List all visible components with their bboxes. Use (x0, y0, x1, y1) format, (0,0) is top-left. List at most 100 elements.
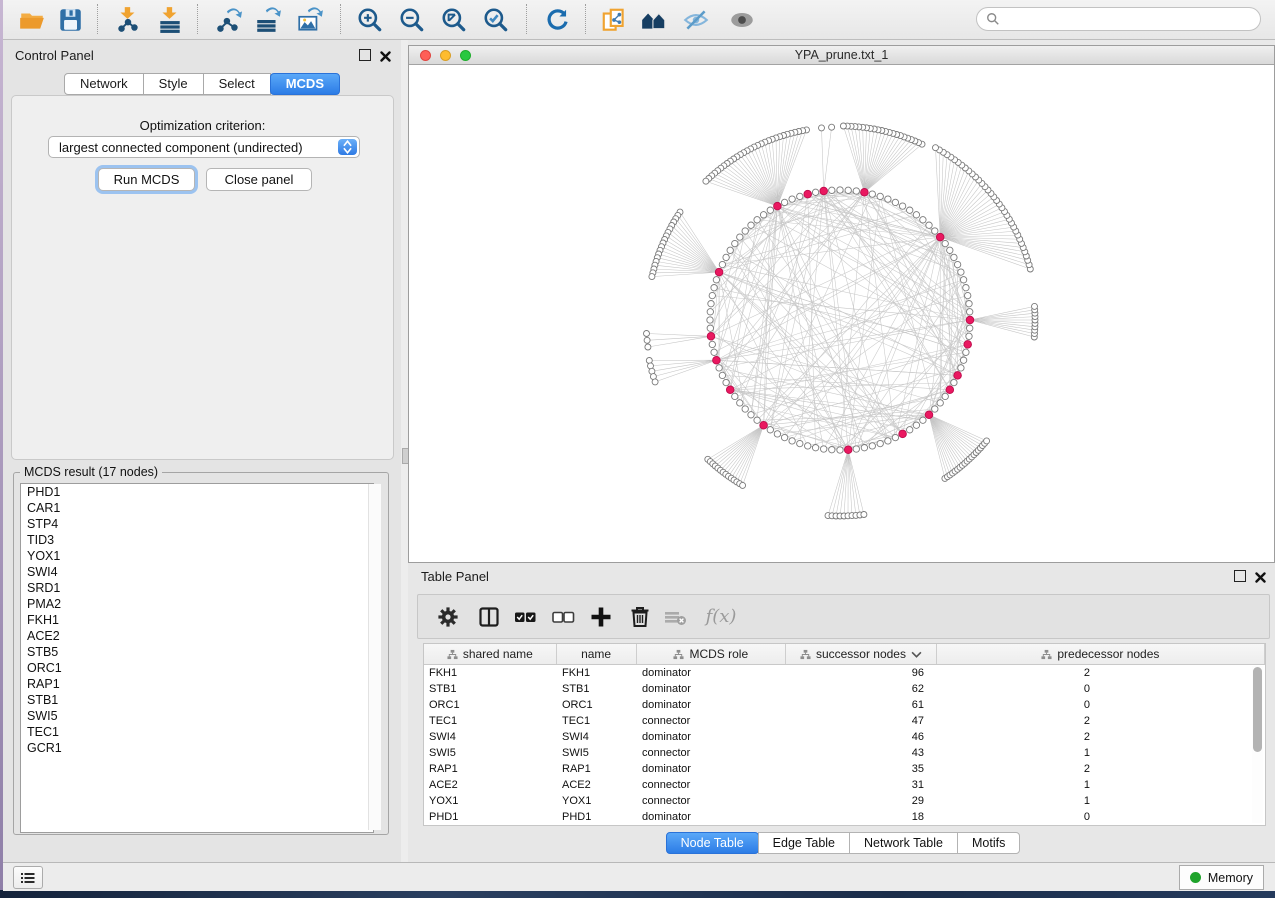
close-panel-button[interactable]: Close panel (206, 168, 312, 191)
table-row[interactable]: SWI5SWI5connector431 (424, 745, 1265, 761)
table-body: FKH1FKH1dominator962STB1STB1dominator620… (424, 665, 1265, 825)
tab-motifs[interactable]: Motifs (957, 832, 1020, 854)
cell: dominator (637, 681, 787, 697)
export-table-button[interactable] (253, 5, 283, 35)
open-file-button[interactable] (17, 5, 47, 35)
tab-style[interactable]: Style (143, 73, 204, 95)
mcds-result-item[interactable]: ACE2 (21, 628, 373, 644)
mcds-result-item[interactable]: YOX1 (21, 548, 373, 564)
save-session-button[interactable] (55, 5, 85, 35)
export-image-button[interactable] (295, 5, 325, 35)
zoom-fit-button[interactable] (439, 5, 469, 35)
copy-network-icon (600, 6, 628, 34)
table-row[interactable]: YOX1YOX1connector291 (424, 793, 1265, 809)
cell: 31 (787, 777, 938, 793)
deselect-all-rows-button[interactable] (550, 603, 577, 630)
table-row[interactable]: PHD1PHD1dominator180 (424, 809, 1265, 825)
mcds-result-item[interactable]: SRD1 (21, 580, 373, 596)
table-row[interactable]: FKH1FKH1dominator962 (424, 665, 1265, 681)
import-network-button[interactable] (113, 5, 143, 35)
show-all-button[interactable] (727, 5, 757, 35)
mcds-result-item[interactable]: TEC1 (21, 724, 373, 740)
column-header-successor-nodes[interactable]: successor nodes (786, 644, 937, 664)
cell: PHD1 (557, 809, 637, 825)
mcds-result-item[interactable]: CAR1 (21, 500, 373, 516)
tab-network-table[interactable]: Network Table (849, 832, 958, 854)
mcds-result-item[interactable]: RAP1 (21, 676, 373, 692)
column-header-predecessor-nodes[interactable]: predecessor nodes (937, 644, 1265, 664)
attribute-icon (800, 649, 811, 660)
table-settings-button[interactable] (435, 603, 462, 630)
memory-button[interactable]: Memory (1179, 865, 1264, 890)
table-row[interactable]: RAP1RAP1dominator352 (424, 761, 1265, 777)
cell: connector (637, 777, 787, 793)
mcds-result-item[interactable]: SWI5 (21, 708, 373, 724)
cell: RAP1 (424, 761, 557, 777)
column-header-shared-name[interactable]: shared name (424, 644, 557, 664)
mcds-result-item[interactable]: SWI4 (21, 564, 373, 580)
export-network-icon (214, 6, 242, 34)
cell: connector (637, 793, 787, 809)
tab-mcds[interactable]: MCDS (270, 73, 340, 95)
criterion-dropdown[interactable]: largest connected component (undirected) (48, 136, 360, 158)
mcds-list-scrollbar[interactable] (368, 484, 381, 830)
zoom-selected-button[interactable] (481, 5, 511, 35)
export-network-button[interactable] (213, 5, 243, 35)
close-panel-icon[interactable] (1255, 570, 1266, 588)
table-scrollbar[interactable] (1252, 666, 1263, 823)
tab-node-table[interactable]: Node Table (666, 832, 759, 854)
table-row[interactable]: ORC1ORC1dominator610 (424, 697, 1265, 713)
node-table: shared namenameMCDS rolesuccessor nodesp… (423, 643, 1266, 826)
column-header-name[interactable]: name (557, 644, 637, 664)
search-input[interactable] (1000, 9, 1260, 29)
close-panel-icon[interactable] (380, 49, 391, 67)
cell: 96 (787, 665, 938, 681)
mcds-result-item[interactable]: PHD1 (21, 484, 373, 500)
table-row[interactable]: SWI4SWI4dominator462 (424, 729, 1265, 745)
mcds-result-item[interactable]: GCR1 (21, 740, 373, 756)
list-icon (21, 872, 35, 884)
column-visibility-button[interactable] (476, 603, 503, 630)
mcds-result-item[interactable]: FKH1 (21, 612, 373, 628)
table-tabs: Node TableEdge TableNetwork TableMotifs (408, 832, 1275, 854)
network-canvas[interactable] (409, 64, 1274, 562)
search-icon (986, 12, 1000, 26)
mcds-result-item[interactable]: STB5 (21, 644, 373, 660)
zoom-out-button[interactable] (397, 5, 427, 35)
show-panels-button[interactable] (13, 866, 43, 889)
table-row[interactable]: STB1STB1dominator620 (424, 681, 1265, 697)
float-panel-icon[interactable] (1234, 570, 1246, 582)
first-neighbors-button[interactable] (639, 5, 669, 35)
tab-select[interactable]: Select (203, 73, 271, 95)
toolbar-separator (526, 4, 527, 34)
mcds-result-item[interactable]: ORC1 (21, 660, 373, 676)
zoom-in-button[interactable] (355, 5, 385, 35)
mcds-result-item[interactable]: STB1 (21, 692, 373, 708)
new-network-from-selection-button[interactable] (599, 5, 629, 35)
cell: STB1 (557, 681, 637, 697)
cell: FKH1 (557, 665, 637, 681)
create-column-button[interactable] (588, 603, 615, 630)
table-row[interactable]: ACE2ACE2connector311 (424, 777, 1265, 793)
apply-function-button[interactable]: f(x) (701, 603, 741, 630)
cell: 0 (938, 809, 1104, 825)
tab-edge-table[interactable]: Edge Table (758, 832, 850, 854)
float-panel-icon[interactable] (359, 49, 371, 61)
mcds-result-item[interactable]: STP4 (21, 516, 373, 532)
column-header-MCDS-role[interactable]: MCDS role (637, 644, 787, 664)
tab-network[interactable]: Network (64, 73, 144, 95)
toolbar-separator (197, 4, 198, 34)
cell: FKH1 (424, 665, 557, 681)
delete-table-button[interactable] (662, 603, 689, 630)
mcds-result-item[interactable]: PMA2 (21, 596, 373, 612)
refresh-view-button[interactable] (543, 5, 573, 35)
cell: 2 (938, 761, 1104, 777)
mcds-result-item[interactable]: TID3 (21, 532, 373, 548)
table-row[interactable]: TEC1TEC1connector472 (424, 713, 1265, 729)
import-table-button[interactable] (155, 5, 185, 35)
run-mcds-button[interactable]: Run MCDS (98, 168, 195, 191)
hide-selected-button[interactable] (681, 5, 711, 35)
cell: 0 (938, 681, 1104, 697)
select-all-rows-button[interactable] (512, 603, 539, 630)
delete-column-button[interactable] (627, 603, 654, 630)
